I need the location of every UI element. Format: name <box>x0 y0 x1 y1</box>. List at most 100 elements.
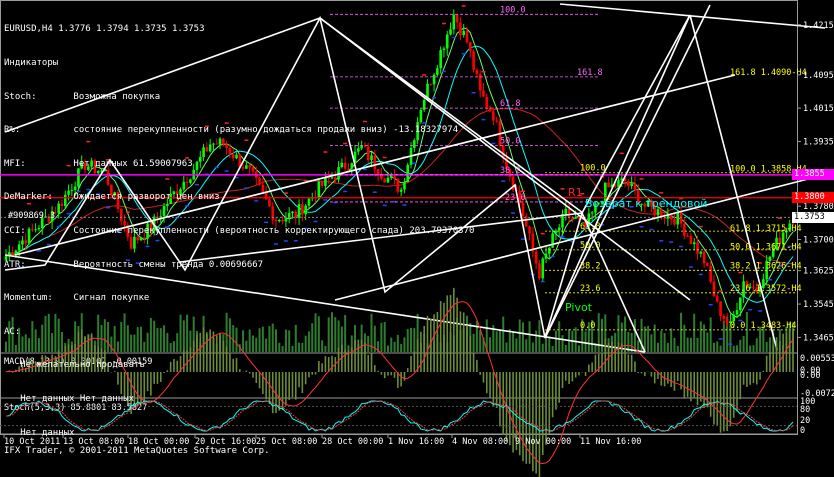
fib-far-right-label: 0.0 1.3483-H4 <box>730 321 797 331</box>
trendline-fan-2 <box>544 4 711 339</box>
price-box-magenta: 1.3855 <box>792 169 834 181</box>
indicator-panel: EURUSD,H4 1.3776 1.3794 1.3735 1.3753 Ин… <box>4 2 474 461</box>
candle-body <box>627 181 630 187</box>
x-tick-label: 11 Nov 16:00 <box>580 437 641 447</box>
candle-body <box>735 310 739 315</box>
signal-row-3: Нет данных <box>20 427 75 438</box>
candle-body <box>709 265 712 282</box>
candle-body <box>590 212 594 214</box>
candle-body <box>699 251 703 254</box>
candle-body <box>712 281 716 297</box>
candle-body <box>534 251 538 264</box>
y-tick-label: 1.3625 <box>803 267 834 277</box>
fib-small-label: 38.2 <box>500 166 520 176</box>
macd-axis-label: 0.00 <box>800 371 820 381</box>
candle-body <box>571 217 574 219</box>
candle-body <box>482 90 485 97</box>
indicator-row-mfi: MFI: Нет данных 61.59007963 <box>4 158 193 169</box>
stoch-axis-label: 20 <box>800 416 810 426</box>
candle-body <box>739 297 742 311</box>
candle-body <box>495 120 498 122</box>
price-box-red: 1.3800 <box>792 192 834 204</box>
candle-body <box>656 209 660 216</box>
fib-small-label: 23.6 <box>505 193 525 203</box>
candle-body <box>706 263 709 266</box>
indicator-row-stoch: Stoch: Возможна покупка <box>4 91 161 102</box>
price-box-current: 1.3753 <box>792 211 834 223</box>
trendline-apex-down <box>689 14 778 351</box>
candle-body <box>673 219 676 225</box>
candle-body <box>521 202 525 217</box>
indicator-row-momentum: Momentum: Сигнал покупке <box>4 293 150 304</box>
signal-row-1: Не желательно продавать <box>20 360 145 371</box>
candle-body <box>564 208 568 214</box>
fib-right-label: 23.6 <box>580 284 600 294</box>
trend-return-label: Возврат к трендовой <box>585 197 707 210</box>
fib-far-right-label: 50.0 1.3671-H4 <box>730 243 802 253</box>
candle-body <box>689 235 693 245</box>
candle-body <box>715 296 719 302</box>
candle-body <box>528 226 531 234</box>
candle-body <box>554 230 558 234</box>
candle-body <box>485 96 489 108</box>
candle-body <box>683 223 686 236</box>
candle-body <box>676 211 680 225</box>
stoch-axis-label: 0 <box>800 426 805 436</box>
x-tick-label: 9 Nov 00:00 <box>515 437 571 447</box>
candle-body <box>541 258 545 279</box>
candle-body <box>551 233 554 248</box>
candle-body <box>696 242 699 254</box>
fib-right-label: 0.0 <box>580 321 595 331</box>
candle-body <box>548 247 551 254</box>
y-tick-label: 1.3465 <box>803 333 834 343</box>
y-tick-label: 1.3545 <box>803 300 834 310</box>
y-tick-label: 1.4215 <box>803 21 834 31</box>
candle-body <box>692 242 696 245</box>
fib-small-label: 61.8 <box>500 99 520 109</box>
candle-body <box>617 180 620 187</box>
candle-body <box>557 227 561 231</box>
candle-body <box>702 251 706 264</box>
candle-body <box>663 217 666 219</box>
candle-body <box>725 318 729 323</box>
fib-far-right-label: 38.2 1.3626-H4 <box>730 261 802 271</box>
ohlc-values: 1.3776 1.3794 1.3735 1.3753 <box>58 24 205 35</box>
trendline-to-apex <box>581 14 691 214</box>
candle-body <box>722 316 726 319</box>
y-tick-label: 1.3935 <box>803 137 834 147</box>
candle-body <box>630 183 633 187</box>
fib-right-label: 100.0 <box>580 164 606 174</box>
candle-body <box>492 111 495 121</box>
candle-body <box>607 182 610 188</box>
fib-small-label: 50.0 <box>500 137 520 147</box>
stoch-axis-label: 80 <box>800 405 810 415</box>
indicator-row-cci: CCI: Состояние перекупленности (вероятно… <box>4 225 475 236</box>
indicator-row-ac: AC: <box>4 326 21 337</box>
y-tick-label: 1.4015 <box>803 104 834 114</box>
candle-body <box>719 301 722 317</box>
candle-body <box>574 217 577 219</box>
candle-body <box>633 183 637 191</box>
y-tick-label: 1.4095 <box>803 71 834 81</box>
candle-body <box>567 208 571 218</box>
y-tick-label: 1.3780 <box>803 202 834 212</box>
candle-body <box>544 253 548 259</box>
indicator-row-atr: ATR: Вероятность смены тренда 0.00696667 <box>4 259 264 270</box>
signal-row-2: Нет данных Нет данных <box>20 393 135 404</box>
copyright-credit: IFX Trader, © 2001-2011 MetaQuotes Softw… <box>4 446 270 456</box>
indicator-row-demarker: DeMarker: Ожидается разворот цен вниз <box>4 192 220 203</box>
fib-small-label: 161.8 <box>577 68 603 78</box>
r1-label: R1 <box>568 186 583 199</box>
fib-far-right-label: 23.6 1.3572-H4 <box>730 284 802 294</box>
y-tick-label: 1.3700 <box>803 235 834 245</box>
candle-body <box>538 263 541 279</box>
fib-small-label: 100.0 <box>500 5 526 15</box>
candle-body <box>686 235 689 237</box>
header-row: EURUSD,H4 1.3776 1.3794 1.3735 1.3753 <box>4 24 474 35</box>
fib-far-right-label: 61.8 1.3715-H4 <box>730 224 802 234</box>
macd-axis-label: 0.00553 <box>800 354 834 364</box>
symbol-label: EURUSD,H4 <box>4 24 53 35</box>
candle-body <box>475 69 479 75</box>
fib-far-right-label: 161.8 1.4090-H4 <box>730 68 807 78</box>
chart-window: 100.0161.861.850.038.223.6100.061.850.03… <box>0 0 834 477</box>
